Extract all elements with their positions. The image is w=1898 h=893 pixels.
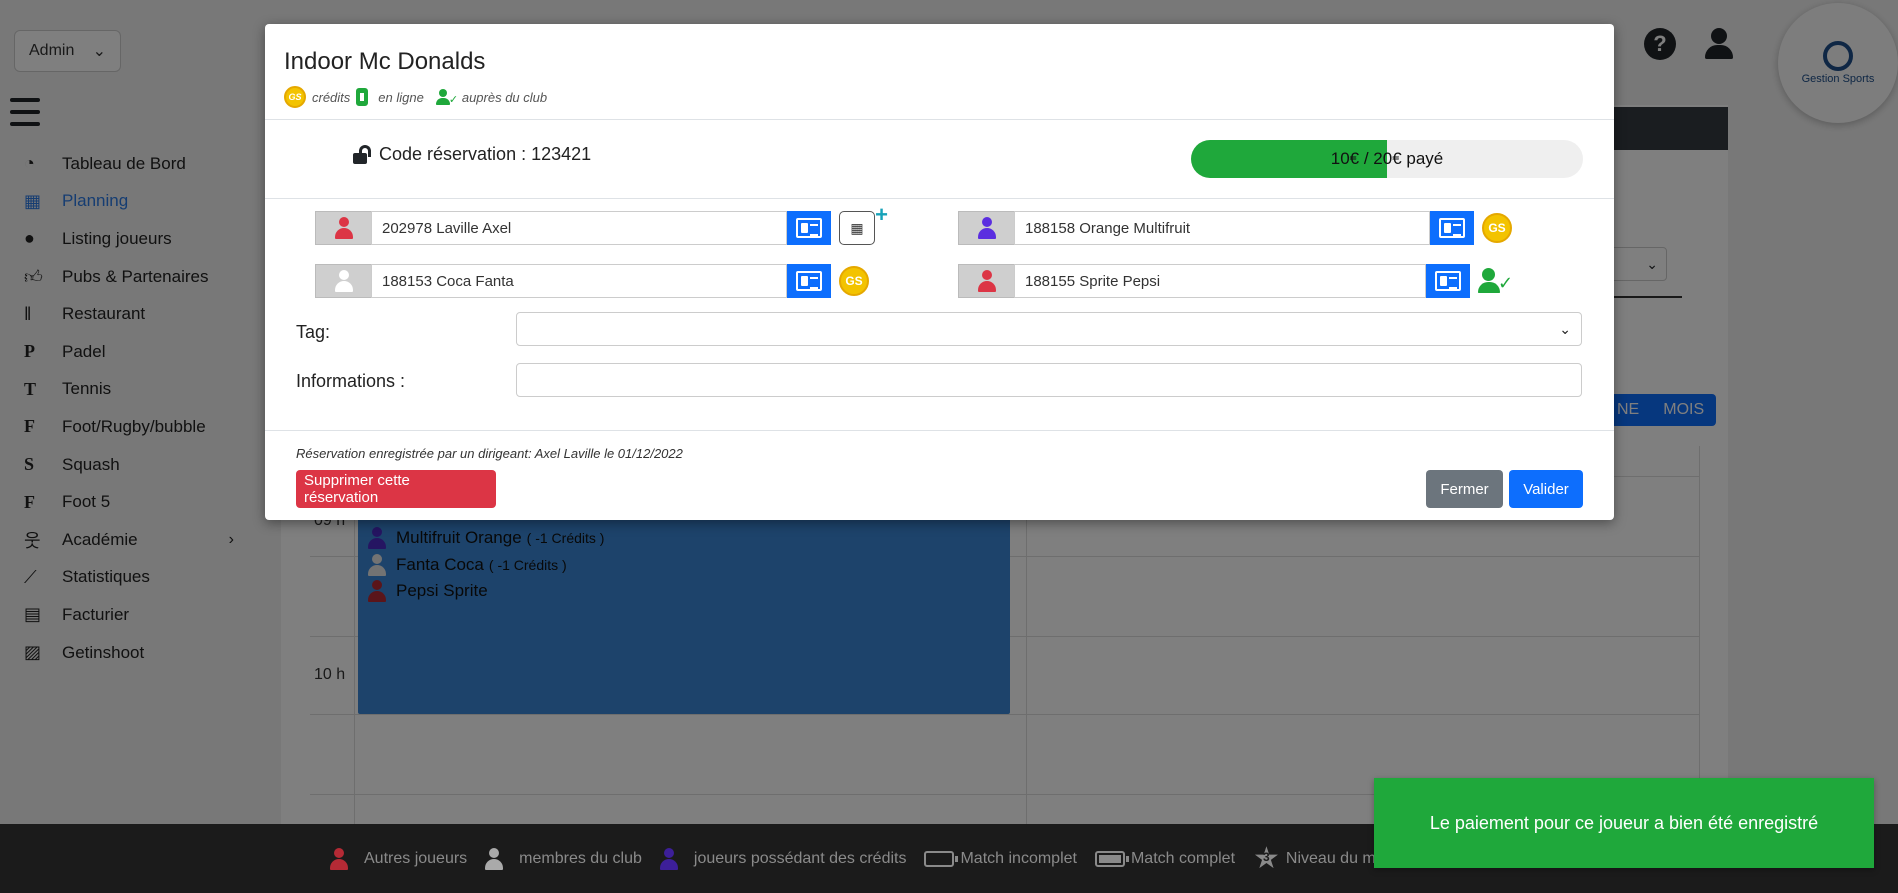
legend-label: Match complet [1130,849,1236,867]
unlock-icon [353,144,373,165]
chevron-down-icon: ⌄ [1559,320,1571,337]
plus-icon: + [875,202,888,227]
battery-empty-icon [924,850,959,867]
legend-item: Match complet [1094,849,1236,868]
reservation-modal: Indoor Mc Donalds GS crédits en ligne ✓ … [265,24,1614,520]
delete-reservation-button[interactable]: Supprimer cette réservation [296,470,496,508]
legend-label: membres du club [519,849,642,867]
player-card-button[interactable] [1430,211,1474,245]
player-white-icon [315,264,371,298]
reservation-code: Code réservation : 123421 [353,144,591,165]
credits-coin-icon: GS [1482,213,1512,243]
legend-credits: crédits [312,89,351,105]
battery-full-icon [1094,850,1129,867]
player-row: 188153 Coca Fanta GS [315,264,869,298]
id-card-icon [1439,218,1465,238]
info-input[interactable] [516,363,1582,397]
player-card-button[interactable] [787,264,831,298]
tag-select[interactable]: ⌄ [516,312,1582,346]
player-field[interactable]: 188158 Orange Multifruit [1014,211,1430,245]
validate-button[interactable]: Valider [1509,470,1583,508]
player-row: 202978 Laville Axel ▦ + [315,202,888,245]
credits-coin-icon: GS [284,86,306,108]
info-row: Informations : [265,361,1614,411]
legend-label: Autres joueurs [364,849,468,867]
tag-row: Tag: ⌄ [265,311,1614,361]
players-grid: 202978 Laville Axel ▦ + 188158 Orange Mul… [265,199,1614,311]
cash-register-icon: ▦ [850,219,864,236]
legend-club: auprès du club [461,89,548,105]
player-red-icon [315,211,371,245]
player-field[interactable]: 188153 Coca Fanta [371,264,787,298]
legend-label: Match incomplet [960,849,1077,867]
modal-footer: Réservation enregistrée par un dirigeant… [265,430,1614,520]
star-badge: 3 [1263,849,1270,864]
modal-header: Indoor Mc Donalds GS crédits en ligne ✓ … [265,24,1614,120]
id-card-icon [796,218,822,238]
legend-item: joueurs possédant des crédits [659,847,907,870]
modal-title: Indoor Mc Donalds [284,48,486,75]
star-icon: ★ 3 [1253,841,1280,875]
payment-legend: GS crédits en ligne ✓ auprès du club [284,86,1614,108]
player-card-button[interactable] [787,211,831,245]
tag-label: Tag: [296,322,331,342]
code-row: Code réservation : 123421 10€ / 20€ payé [265,120,1614,199]
close-button[interactable]: Fermer [1426,470,1503,508]
online-phone-icon [356,88,369,106]
credits-coin-icon: GS [839,266,869,296]
id-card-icon [1435,271,1461,291]
user-check-icon: ✓ [1478,268,1513,294]
success-toast[interactable]: Le paiement pour ce joueur a bien été en… [1374,778,1874,868]
player-field[interactable]: 188155 Sprite Pepsi [1014,264,1426,298]
legend-item: Autres joueurs [330,847,468,870]
player-field[interactable]: 202978 Laville Axel [371,211,787,245]
player-purple-icon [659,847,678,870]
player-row: 188155 Sprite Pepsi ✓ [958,264,1513,298]
info-label: Informations : [296,371,406,391]
reservation-code-label: Code réservation : 123421 [379,144,592,164]
legend-item: membres du club [485,847,642,870]
register-payment-button[interactable]: ▦ + [839,202,888,245]
payment-progress-label: 10€ / 20€ payé [1330,149,1444,168]
payment-progress: 10€ / 20€ payé [1191,140,1583,178]
player-white-icon [485,847,504,870]
legend-online: en ligne [378,89,424,105]
id-card-icon [796,271,822,291]
player-red-icon [330,847,348,870]
legend-label: joueurs possédant des crédits [693,849,907,867]
player-card-button[interactable] [1426,264,1470,298]
toast-message: Le paiement pour ce joueur a bien été en… [1429,812,1819,833]
user-check-icon: ✓ [435,89,458,106]
player-red-icon [958,264,1014,298]
player-row: 188158 Orange Multifruit GS [958,211,1512,245]
reservation-note: Réservation enregistrée par un dirigeant… [296,446,683,461]
legend-item: Match incomplet [924,850,1077,868]
player-purple-icon [958,211,1014,245]
